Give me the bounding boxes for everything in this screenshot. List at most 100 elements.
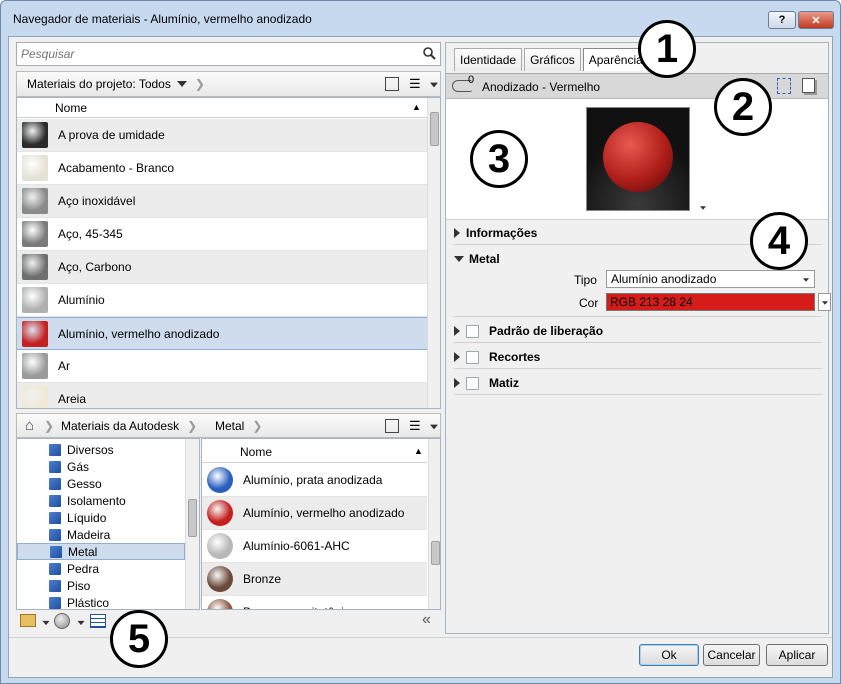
category-icon [49, 596, 61, 609]
replace-asset-icon[interactable] [777, 78, 791, 94]
cancel-button[interactable]: Cancelar [703, 644, 760, 666]
list-view-icon[interactable]: ☰ [409, 76, 421, 92]
folder-options-icon[interactable] [20, 614, 36, 627]
view-options-icon[interactable] [430, 82, 438, 88]
preview-options-icon[interactable] [700, 206, 706, 210]
material-name: Alumínio-6061-AHC [243, 539, 350, 553]
tipo-value: Alumínio anodizado [611, 272, 717, 286]
list-view-icon[interactable]: ☰ [409, 418, 421, 434]
section-release-header[interactable]: Padrão de liberação [454, 324, 603, 338]
tree-scrollbar[interactable] [185, 439, 199, 609]
divider [454, 368, 822, 369]
material-row[interactable]: Alumínio, vermelho anodizado [17, 317, 427, 350]
chevron-down-icon[interactable] [77, 620, 85, 626]
color-dropdown-button[interactable] [818, 293, 831, 311]
ok-button[interactable]: Ok [639, 644, 699, 666]
material-row[interactable]: A prova de umidade [17, 119, 427, 152]
create-material-icon[interactable] [54, 613, 70, 629]
library-material-row[interactable]: Bronze, arquitetônico [202, 596, 427, 609]
category-item[interactable]: Madeira [17, 526, 185, 543]
section-metal-label: Metal [469, 252, 500, 266]
category-item[interactable]: Isolamento [17, 492, 185, 509]
material-row[interactable]: Aço, 45-345 [17, 218, 427, 251]
asset-browser-icon[interactable] [90, 614, 106, 628]
apply-button[interactable]: Aplicar [766, 644, 828, 666]
material-row[interactable]: Acabamento - Branco [17, 152, 427, 185]
tab-identidade[interactable]: Identidade [454, 48, 523, 71]
category-item[interactable]: Pedra [17, 560, 185, 577]
material-row[interactable]: Aço, Carbono [17, 251, 427, 284]
material-name: Alumínio [58, 293, 105, 307]
material-name: Alumínio, vermelho anodizado [58, 326, 220, 341]
collapse-panel-icon[interactable]: « [422, 611, 431, 629]
category-item[interactable]: Gesso [17, 475, 185, 492]
tint-checkbox[interactable] [466, 376, 479, 390]
tipo-select[interactable]: Alumínio anodizado [606, 270, 815, 288]
material-row[interactable]: Ar [17, 350, 427, 383]
divider [454, 316, 822, 317]
section-metal-header[interactable]: Metal [454, 252, 500, 266]
category-item[interactable]: Diversos [17, 441, 185, 458]
project-filter-dropdown[interactable]: Materiais do projeto: Todos ❯ [27, 72, 205, 96]
duplicate-asset-icon[interactable] [802, 78, 815, 93]
search-box[interactable] [16, 42, 441, 66]
material-thumbnail [22, 188, 48, 214]
expand-icon [454, 378, 460, 388]
view-options-icon[interactable] [430, 424, 438, 430]
title-bar: Navegador de materiais - Alumínio, verme… [1, 1, 840, 37]
library-scrollbar[interactable] [428, 439, 440, 609]
category-item[interactable]: Líquido [17, 509, 185, 526]
category-item[interactable]: Gás [17, 458, 185, 475]
section-info-header[interactable]: Informações [454, 226, 537, 240]
search-icon[interactable] [422, 46, 436, 60]
cuts-checkbox[interactable] [466, 350, 479, 364]
divider [454, 342, 822, 343]
library-material-row[interactable]: Alumínio, vermelho anodizado [202, 497, 427, 530]
asset-header: 0 Anodizado - Vermelho [446, 73, 828, 99]
material-row[interactable]: Areia [17, 383, 427, 408]
chevron-down-icon[interactable] [42, 620, 50, 626]
material-thumbnail [22, 221, 48, 247]
material-name: A prova de umidade [58, 128, 165, 142]
scroll-thumb[interactable] [431, 541, 440, 565]
breadcrumb-category[interactable]: Metal ❯ [215, 414, 262, 438]
collapse-icon [454, 256, 464, 262]
library-material-row[interactable]: Alumínio-6061-AHC [202, 530, 427, 563]
close-button[interactable]: ✕ [798, 11, 834, 29]
material-thumbnail [22, 155, 48, 181]
project-scrollbar[interactable] [427, 98, 440, 408]
help-button[interactable]: ? [768, 11, 796, 29]
scroll-thumb[interactable] [430, 112, 439, 146]
home-icon[interactable]: ⌂ [25, 417, 34, 434]
callout-2: 2 [714, 78, 772, 136]
material-name: Ar [58, 359, 70, 373]
tab-graficos[interactable]: Gráficos [524, 48, 581, 71]
material-name: Bronze, arquitetônico [243, 605, 356, 609]
project-materials-list: Nome ▲ A prova de umidade Acabamento - Br… [16, 97, 441, 409]
project-column-header[interactable]: Nome ▲ [17, 98, 427, 118]
category-item[interactable]: Plástico [17, 594, 185, 609]
library-material-row[interactable]: Bronze [202, 563, 427, 596]
material-thumbnail [22, 386, 48, 408]
material-name: Areia [58, 392, 87, 406]
category-item[interactable]: Metal [17, 543, 185, 560]
tipo-label: Tipo [574, 273, 597, 287]
material-row[interactable]: Aço inoxidável [17, 185, 427, 218]
breadcrumb-library[interactable]: Materiais da Autodesk ❯ [61, 414, 197, 438]
view-pane-icon[interactable] [385, 419, 399, 433]
category-item[interactable]: Piso [17, 577, 185, 594]
color-swatch[interactable]: RGB 213 28 24 [606, 293, 815, 311]
search-input[interactable] [21, 44, 411, 64]
view-pane-icon[interactable] [385, 77, 399, 91]
library-material-row[interactable]: Alumínio, prata anodizada [202, 464, 427, 497]
category-label: Piso [67, 578, 91, 593]
material-row[interactable]: Alumínio [17, 284, 427, 317]
material-name: Alumínio, vermelho anodizado [243, 506, 405, 520]
scroll-thumb[interactable] [188, 499, 197, 537]
section-cuts-header[interactable]: Recortes [454, 350, 540, 364]
material-preview-image[interactable] [586, 107, 690, 211]
section-tint-header[interactable]: Matiz [454, 376, 519, 390]
release-checkbox[interactable] [466, 324, 479, 338]
library-column-header[interactable]: Nome ▲ [202, 439, 427, 463]
breadcrumb-category-label: Metal [215, 419, 245, 433]
